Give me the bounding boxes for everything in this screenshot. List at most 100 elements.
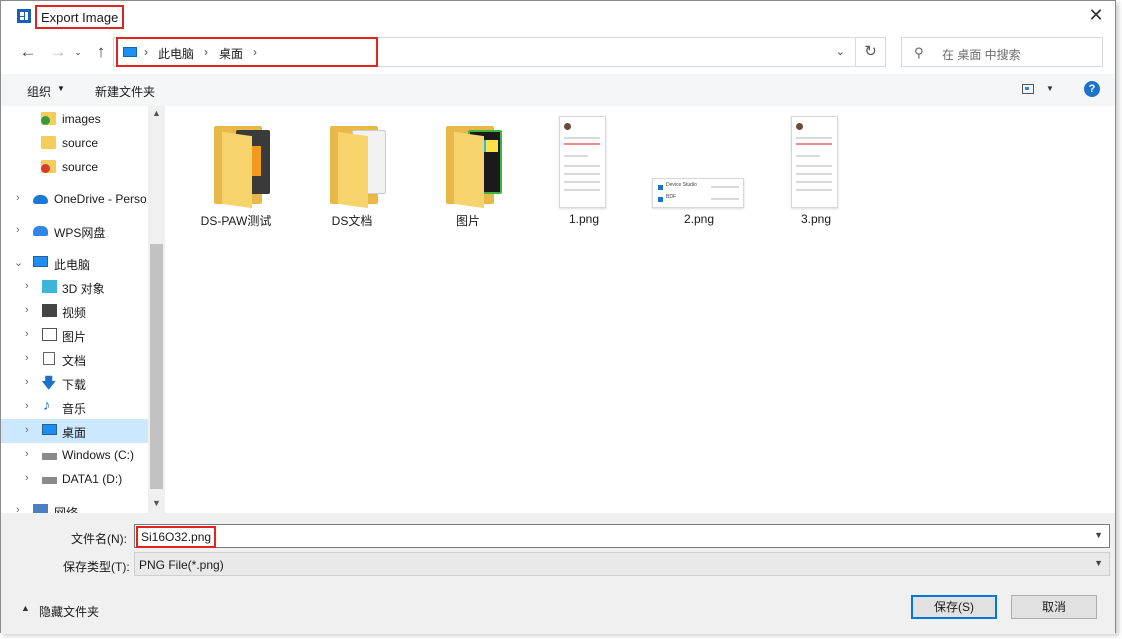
file-label: DS文档 (331, 214, 373, 228)
filetype-label: 保存类型(T): (63, 560, 130, 574)
address-history-chevron-icon[interactable]: ⌄ (836, 45, 845, 58)
filetype-select[interactable]: PNG File(*.png) ▼ (134, 552, 1110, 576)
forward-button[interactable]: → (48, 41, 68, 63)
sidebar-item-videos[interactable]: › 视频 (1, 299, 148, 323)
expand-chevron-icon[interactable]: › (25, 472, 29, 484)
chevron-up-icon[interactable]: ▲ (21, 603, 30, 613)
help-icon[interactable]: ? (1084, 81, 1100, 97)
sidebar-item-desktop[interactable]: › 桌面 (1, 419, 148, 443)
sidebar-item-label: source (62, 136, 99, 150)
onedrive-icon (33, 195, 48, 204)
new-folder-button[interactable]: 新建文件夹 (95, 83, 155, 100)
expand-chevron-icon[interactable]: › (25, 304, 29, 316)
breadcrumb-separator-icon[interactable]: › (253, 45, 257, 59)
hide-folders-button[interactable]: 隐藏文件夹 (39, 603, 99, 620)
folder-item[interactable]: DS-PAW测试 (186, 116, 286, 231)
change-view-icon[interactable] (1022, 84, 1034, 94)
filename-value[interactable]: Si16O32.png (136, 526, 217, 548)
app-icon (17, 9, 31, 23)
drive-d-icon (42, 477, 57, 484)
file-label: 图片 (455, 214, 480, 228)
scrollbar-thumb[interactable] (150, 244, 163, 489)
this-pc-icon (123, 47, 137, 57)
sidebar-item-source[interactable]: source (1, 131, 148, 155)
filename-input[interactable]: Si16O32.png ▼ (134, 524, 1110, 548)
breadcrumb-this-pc[interactable]: 此电脑 (158, 45, 194, 62)
expand-chevron-icon[interactable]: › (25, 280, 29, 292)
expand-chevron-icon[interactable]: › (16, 192, 20, 204)
sidebar-item-images[interactable]: images (1, 107, 148, 131)
thumbnail-text: BDF (666, 194, 676, 200)
expand-chevron-icon[interactable]: › (25, 352, 29, 364)
cancel-button[interactable]: 取消 (1011, 595, 1097, 619)
image-file-item[interactable]: Device Studio BDF 2.png (649, 116, 749, 231)
close-button[interactable]: ✕ (1085, 5, 1107, 27)
up-button[interactable]: ↑ (91, 41, 111, 63)
sidebar-item-label: 视频 (62, 306, 87, 320)
scroll-down-icon[interactable]: ▼ (152, 498, 161, 508)
refresh-button[interactable]: ↻ (855, 38, 885, 66)
drive-c-icon (42, 453, 57, 460)
breadcrumb: › 此电脑 › 桌面 › (116, 37, 378, 67)
sidebar-item-drive-c[interactable]: › Windows (C:) (1, 443, 148, 467)
image-file-item[interactable]: 3.png (766, 116, 866, 231)
search-input[interactable]: ⚲ 在 桌面 中搜索 (901, 37, 1103, 67)
collapse-chevron-icon[interactable]: ⌄ (14, 256, 23, 269)
folder-front (338, 131, 368, 209)
sidebar-item-3d-objects[interactable]: › 3D 对象 (1, 275, 148, 299)
organize-menu[interactable]: 组织 (27, 83, 51, 100)
navigation-bar: ← → ⌄ ↑ › 此电脑 › 桌面 › ⌄ ↻ ⚲ 在 桌面 中搜索 (1, 34, 1115, 70)
sidebar-item-drive-d[interactable]: › DATA1 (D:) (1, 467, 148, 491)
expand-chevron-icon[interactable]: › (16, 224, 20, 236)
sidebar-item-label: DATA1 (D:) (62, 472, 123, 486)
sidebar-item-wps[interactable]: › WPS网盘 (1, 219, 148, 243)
back-button[interactable]: ← (18, 41, 38, 63)
folder-item[interactable]: 图片 (418, 116, 518, 231)
view-options-dropdown-icon[interactable]: ▼ (1046, 84, 1054, 93)
address-bar[interactable]: › 此电脑 › 桌面 › ⌄ ↻ (113, 37, 886, 67)
window-title: Export Image (35, 5, 125, 29)
breadcrumb-separator-icon[interactable]: › (204, 45, 208, 59)
scroll-up-icon[interactable]: ▲ (152, 108, 161, 118)
expand-chevron-icon[interactable]: › (25, 448, 29, 460)
expand-chevron-icon[interactable]: › (16, 504, 20, 513)
sidebar-item-label: WPS网盘 (54, 226, 106, 240)
folder-item[interactable]: DS文档 (302, 116, 402, 231)
sidebar-item-documents[interactable]: › 文档 (1, 347, 148, 371)
filename-label: 文件名(N): (71, 532, 127, 546)
organize-dropdown-icon[interactable]: ▼ (57, 84, 65, 93)
title-bar: Export Image ✕ (1, 1, 1115, 32)
sidebar-item-label: 桌面 (62, 426, 87, 440)
recent-locations-chevron-icon[interactable]: ⌄ (72, 41, 84, 63)
sidebar-item-source-error[interactable]: source (1, 155, 148, 179)
sidebar-item-onedrive[interactable]: › OneDrive - Perso (1, 187, 148, 211)
sidebar-item-music[interactable]: › ♪ 音乐 (1, 395, 148, 419)
folder-front (454, 131, 484, 209)
breadcrumb-desktop[interactable]: 桌面 (219, 45, 243, 62)
folder-front (222, 131, 252, 209)
expand-chevron-icon[interactable]: › (25, 328, 29, 340)
sidebar-item-network[interactable]: › 网络 (1, 499, 148, 513)
expand-chevron-icon[interactable]: › (25, 376, 29, 388)
breadcrumb-separator-icon[interactable]: › (144, 45, 148, 59)
expand-chevron-icon[interactable]: › (25, 400, 29, 412)
sidebar-scrollbar[interactable]: ▲ ▼ (148, 106, 165, 513)
search-placeholder: 在 桌面 中搜索 (942, 48, 1021, 62)
save-button[interactable]: 保存(S) (911, 595, 997, 619)
pictures-icon (42, 328, 57, 341)
filetype-dropdown-icon[interactable]: ▼ (1094, 558, 1103, 568)
thumbnail-text: Device Studio (666, 182, 697, 188)
sidebar-item-label: images (62, 112, 101, 126)
navigation-pane: images source source › OneDrive - Perso … (1, 106, 165, 513)
3d-objects-icon (42, 280, 57, 293)
music-icon: ♪ (43, 397, 51, 414)
save-options-panel: 文件名(N): Si16O32.png ▼ 保存类型(T): PNG File(… (1, 513, 1115, 634)
expand-chevron-icon[interactable]: › (25, 424, 29, 436)
sidebar-item-this-pc[interactable]: ⌄ 此电脑 (1, 251, 148, 275)
filename-dropdown-icon[interactable]: ▼ (1094, 530, 1103, 540)
documents-icon (43, 352, 55, 365)
image-thumbnail (559, 116, 606, 208)
sidebar-item-downloads[interactable]: › 🡇 下载 (1, 371, 148, 395)
sidebar-item-pictures[interactable]: › 图片 (1, 323, 148, 347)
image-file-item[interactable]: 1.png (534, 116, 634, 231)
